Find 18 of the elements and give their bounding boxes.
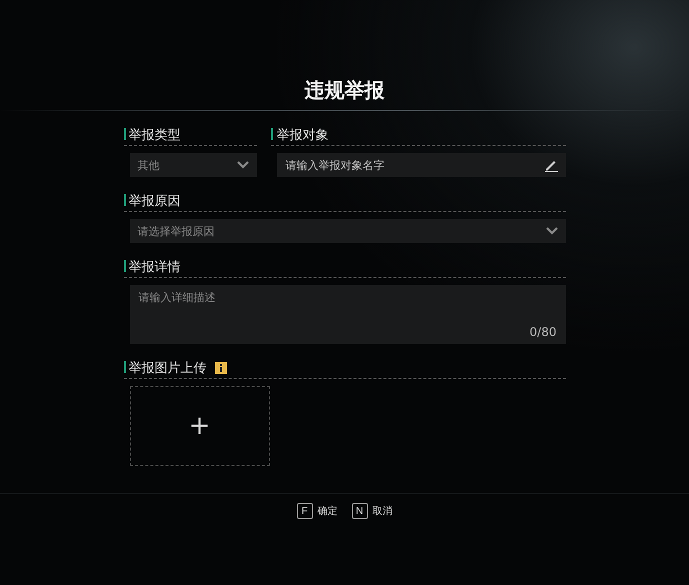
section-label: 举报原因 (128, 193, 180, 210)
chevron-down-icon (237, 161, 250, 169)
character-counter: 0/80 (530, 325, 556, 339)
reason-dropdown[interactable]: 请选择举报原因 (130, 219, 566, 243)
target-input-field[interactable]: 请输入举报对象名字 (277, 153, 566, 177)
info-icon[interactable] (214, 362, 226, 374)
section-label: 举报对象 (276, 127, 328, 144)
action-button[interactable]: N 取消 (352, 503, 392, 519)
image-upload-button[interactable]: + (130, 386, 270, 466)
action-button[interactable]: F 确定 (296, 503, 338, 519)
details-text-area[interactable]: 请输入详细描述 0/80 (130, 285, 566, 344)
pencil-icon (544, 158, 558, 172)
section-label: 举报详情 (128, 259, 180, 276)
type-dropdown[interactable]: 其他 (130, 153, 258, 177)
section-label: 举报类型 (128, 127, 180, 144)
dialog-title: 违规举报 (304, 77, 384, 104)
chevron-down-icon (546, 227, 558, 235)
section-label: 举报图片上传 (128, 360, 206, 377)
